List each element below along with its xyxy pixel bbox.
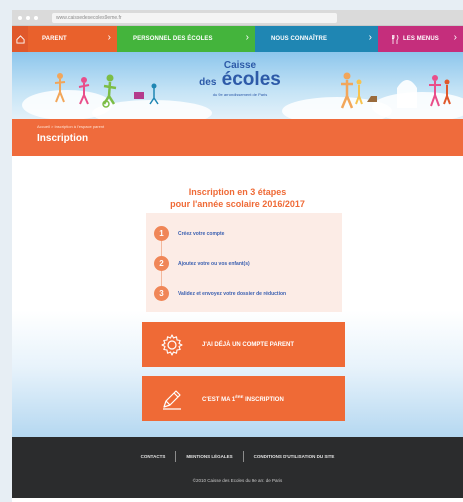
nav-item-nous-connaitre[interactable]: Nous connaître › bbox=[255, 26, 378, 52]
footer-divider bbox=[242, 451, 244, 462]
footer-link-contacts[interactable]: Contacts bbox=[141, 454, 166, 459]
chevron-right-icon: › bbox=[245, 32, 249, 43]
window-dot[interactable] bbox=[26, 15, 30, 20]
window-dot[interactable] bbox=[34, 15, 38, 20]
nav-item-label: Parent bbox=[42, 36, 67, 42]
step-item[interactable]: 3 Validez et envoyez votre dossier de ré… bbox=[154, 286, 286, 301]
breadcrumb[interactable]: Accueil > Inscription à l'espace parent bbox=[37, 124, 463, 129]
logo-subtitle: du 9e arrondissement de Paris bbox=[212, 92, 268, 97]
logo-ecoles: écoles bbox=[221, 69, 281, 90]
nav-item-personnel[interactable]: Personnel des écoles › bbox=[117, 26, 255, 52]
url-bar[interactable]: www.caissedesecoles9eme.fr bbox=[52, 12, 337, 23]
heading-line-1: Inscription en 3 étapes bbox=[188, 187, 287, 197]
heading-line-2: pour l'année scolaire 2016/2017 bbox=[170, 199, 305, 209]
parents-illustration bbox=[340, 72, 451, 109]
browser-toolbar: www.caissedesecoles9eme.fr bbox=[12, 10, 463, 26]
site-logo[interactable]: Caisse des écoles du 9e arrondissement d… bbox=[180, 60, 300, 108]
page-header-strip: Accueil > Inscription à l'espace parent … bbox=[12, 119, 463, 156]
step-link[interactable]: Validez et envoyez votre dossier de rédu… bbox=[178, 291, 286, 297]
home-icon bbox=[15, 34, 25, 44]
nav-item-menus[interactable]: Les menus › bbox=[378, 26, 463, 52]
logo-des: des bbox=[199, 77, 217, 88]
first-registration-prefix: C'est ma 1 bbox=[202, 397, 236, 403]
children-illustration bbox=[54, 73, 159, 108]
footer-divider bbox=[175, 451, 177, 462]
steps-panel: 1 Créez votre compte 2 Ajoutez votre ou … bbox=[146, 213, 342, 312]
existing-account-label: J'ai déjà un compte parent bbox=[202, 341, 294, 348]
first-registration-button[interactable]: C'est ma 1ère inscription bbox=[142, 376, 345, 421]
cutlery-icon bbox=[392, 34, 399, 44]
page: www.caissedesecoles9eme.fr Parent › Pers… bbox=[12, 10, 463, 502]
footer-link-mentions-legales[interactable]: Mentions légales bbox=[186, 454, 232, 459]
nav-item-parent[interactable]: Parent › bbox=[28, 26, 117, 52]
step-item[interactable]: 1 Créez votre compte bbox=[154, 226, 224, 241]
window-dot[interactable] bbox=[18, 15, 22, 20]
chevron-right-icon: › bbox=[453, 32, 457, 43]
page-title: Inscription bbox=[37, 133, 89, 144]
footer-link-conditions[interactable]: Conditions d'utilisation du site bbox=[254, 454, 335, 459]
main-content: Inscription en 3 étapes pour l'année sco… bbox=[12, 156, 463, 437]
main-nav: Parent › Personnel des écoles › Nous con… bbox=[12, 26, 463, 52]
step-number-badge: 1 bbox=[154, 226, 169, 241]
header-banner: Caisse des écoles du 9e arrondissement d… bbox=[12, 52, 463, 119]
step-number-badge: 2 bbox=[154, 256, 169, 271]
step-number-badge: 3 bbox=[154, 286, 169, 301]
copyright-text: ©2010 Caisse des Ecoles du 9e arr. de Pa… bbox=[192, 478, 283, 483]
first-registration-suffix: inscription bbox=[243, 397, 284, 403]
existing-account-button[interactable]: J'ai déjà un compte parent bbox=[142, 322, 345, 367]
nav-item-label: Personnel des écoles bbox=[133, 36, 213, 42]
nav-item-label: Nous connaître bbox=[271, 36, 328, 42]
chevron-right-icon: › bbox=[368, 32, 372, 43]
chevron-right-icon: › bbox=[107, 32, 111, 43]
nav-item-label: Les menus bbox=[403, 36, 439, 42]
site-footer: Contacts Mentions légales Conditions d'u… bbox=[12, 437, 463, 498]
gear-icon bbox=[161, 333, 183, 356]
footer-links: Contacts Mentions légales Conditions d'u… bbox=[12, 451, 463, 462]
first-registration-label: C'est ma 1ère inscription bbox=[202, 394, 284, 403]
pencil-icon bbox=[163, 389, 181, 410]
registration-heading: Inscription en 3 étapes pour l'année sco… bbox=[12, 186, 463, 210]
step-item[interactable]: 2 Ajoutez votre ou vos enfant(s) bbox=[154, 256, 250, 271]
home-button[interactable] bbox=[12, 26, 28, 52]
step-link[interactable]: Créez votre compte bbox=[178, 231, 224, 237]
step-link[interactable]: Ajoutez votre ou vos enfant(s) bbox=[178, 261, 250, 267]
